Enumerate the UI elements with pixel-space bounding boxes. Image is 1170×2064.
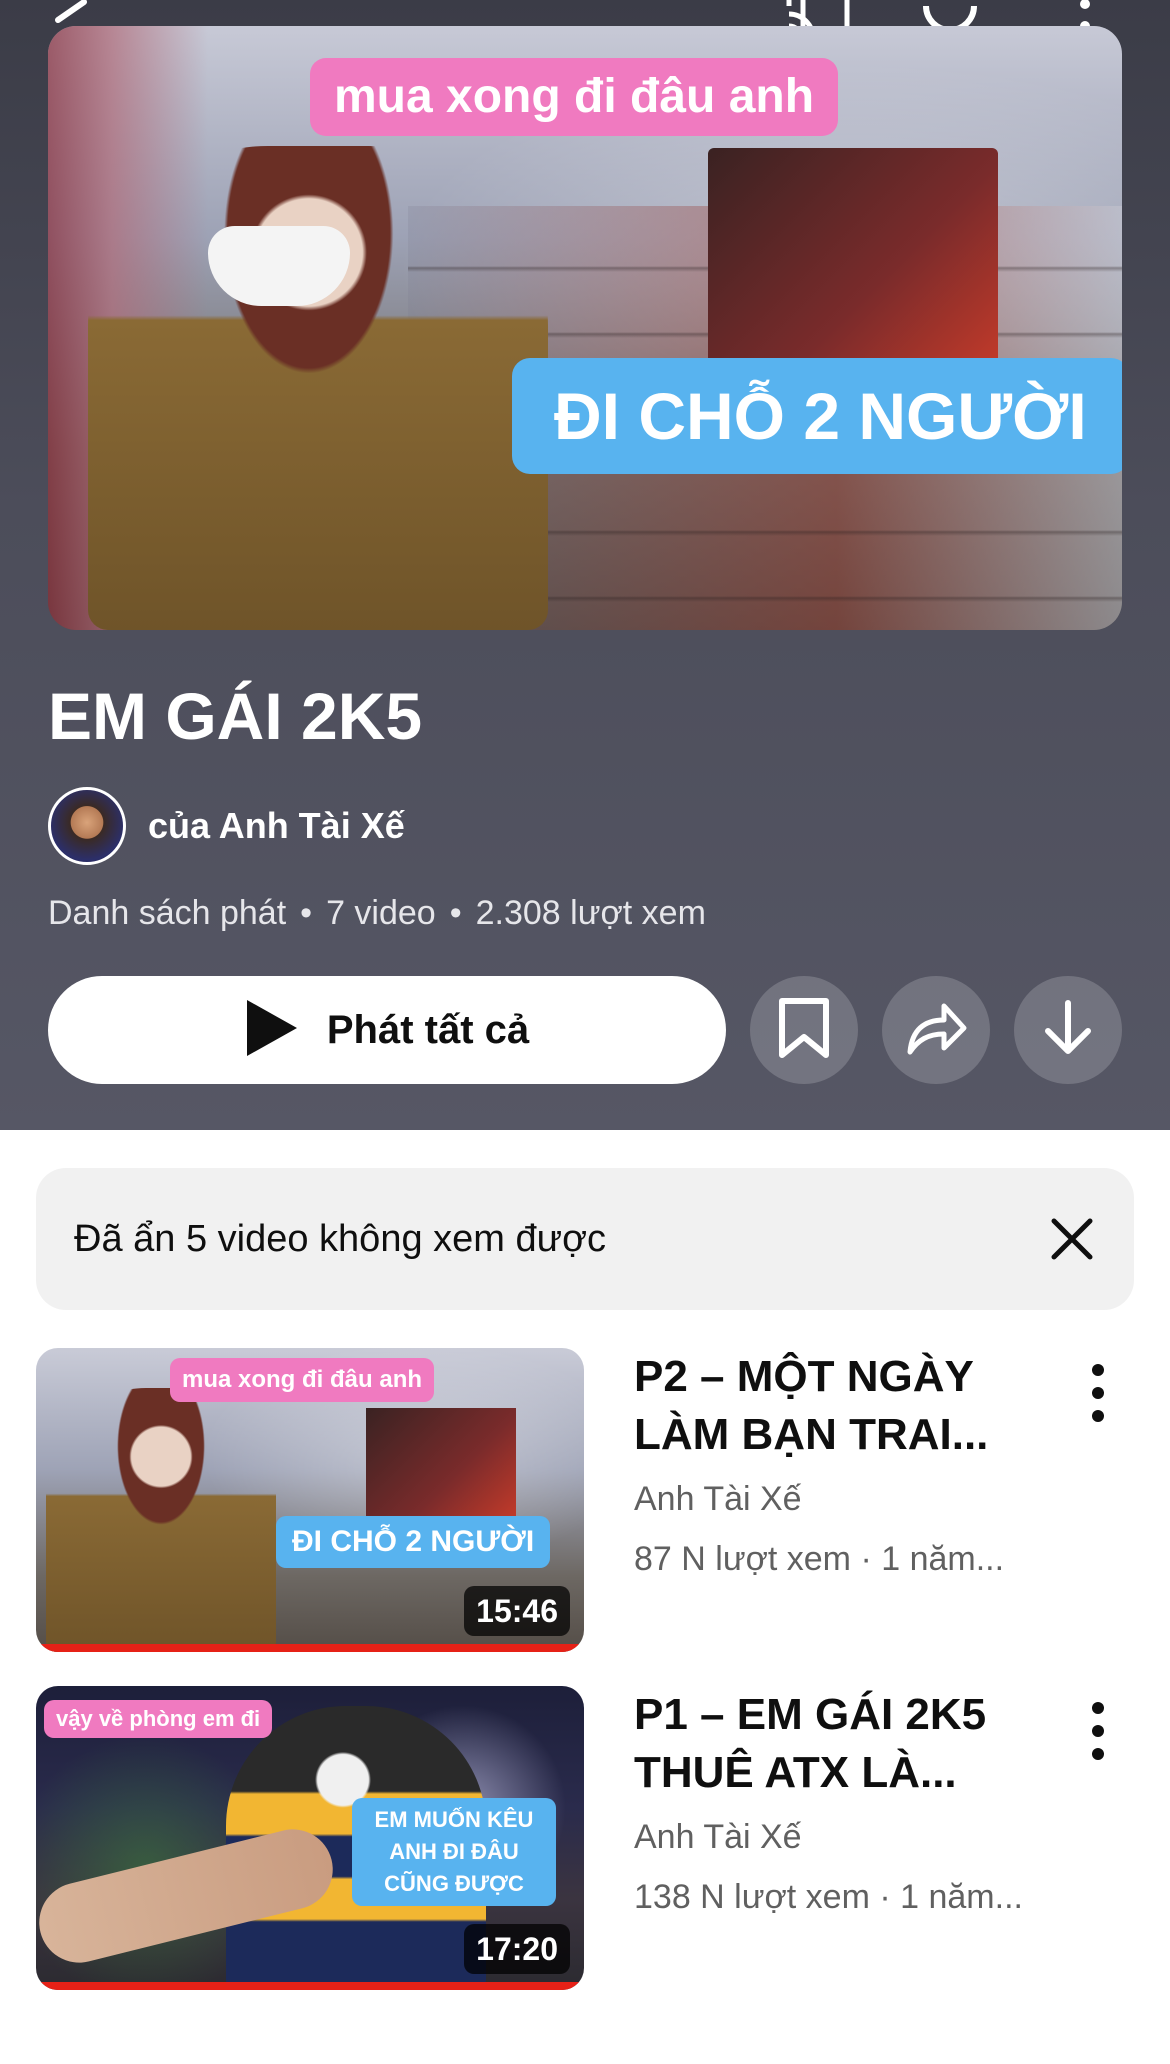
video-info[interactable]: P2 – MỘT NGÀY LÀM BẠN TRAI... Anh Tài Xế… bbox=[634, 1348, 1064, 1584]
playlist-type: Danh sách phát bbox=[48, 894, 287, 932]
bookmark-icon bbox=[776, 997, 832, 1064]
duration-badge: 17:20 bbox=[464, 1924, 570, 1974]
video-info[interactable]: P1 – EM GÁI 2K5 THUÊ ATX LÀ... Anh Tài X… bbox=[634, 1686, 1064, 1922]
video-title[interactable]: P2 – MỘT NGÀY LÀM BẠN TRAI... bbox=[634, 1348, 1064, 1464]
watch-progress-bar bbox=[36, 1644, 584, 1652]
video-channel: Anh Tài Xế bbox=[634, 1480, 802, 1518]
playlist-thumbnail[interactable]: mua xong đi đâu anh ĐI CHỖ 2 NGƯỜI bbox=[48, 26, 1122, 630]
video-thumbnail[interactable]: vậy về phòng em đi EM MUỐN KÊU ANH ĐI ĐÂ… bbox=[36, 1686, 584, 1990]
save-playlist-button[interactable] bbox=[750, 976, 858, 1084]
download-icon bbox=[1042, 999, 1094, 1062]
play-all-button[interactable]: Phát tất cả bbox=[48, 976, 726, 1084]
owner-name[interactable]: của Anh Tài Xế bbox=[148, 805, 405, 847]
thumbnail-caption-top: mua xong đi đâu anh bbox=[170, 1358, 435, 1402]
avatar[interactable] bbox=[48, 787, 126, 865]
share-button[interactable] bbox=[882, 976, 990, 1084]
more-vertical-icon[interactable] bbox=[1078, 1360, 1118, 1430]
thumbnail-caption-main: ĐI CHỖ 2 NGƯỜI bbox=[276, 1516, 551, 1568]
more-vertical-icon[interactable] bbox=[1078, 1698, 1118, 1768]
thumbnail-caption-top: mua xong đi đâu anh bbox=[310, 58, 839, 136]
promo-board bbox=[708, 148, 998, 368]
playlist-meta: Danh sách phát • 7 video • 2.308 lượt xem bbox=[48, 888, 706, 938]
view-count: 2.308 lượt xem bbox=[475, 894, 706, 932]
hidden-videos-notice: Đã ẩn 5 video không xem được bbox=[36, 1168, 1134, 1310]
play-all-label: Phát tất cả bbox=[326, 1007, 530, 1052]
thumbnail-caption-main: EM MUỐN KÊU ANH ĐI ĐÂU CŨNG ĐƯỢC bbox=[352, 1798, 556, 1906]
notice-text: Đã ẩn 5 video không xem được bbox=[74, 1218, 606, 1260]
person-figure bbox=[46, 1388, 276, 1652]
separator-dot: • bbox=[300, 894, 313, 932]
separator-dot: • bbox=[449, 894, 462, 932]
promo-board bbox=[366, 1408, 516, 1518]
watch-progress-bar bbox=[36, 1982, 584, 1990]
list-item[interactable]: mua xong đi đâu anh ĐI CHỖ 2 NGƯỜI 15:46… bbox=[36, 1348, 1134, 1654]
duration-badge: 15:46 bbox=[464, 1586, 570, 1636]
face-mask bbox=[208, 226, 350, 306]
playlist-owner[interactable]: của Anh Tài Xế bbox=[48, 786, 405, 866]
video-stats: 87 N lượt xem · 1 năm... bbox=[634, 1540, 1005, 1578]
play-icon bbox=[245, 999, 297, 1061]
thumbnail-caption-top: vậy về phòng em đi bbox=[44, 1700, 273, 1738]
playlist-title: EM GÁI 2K5 bbox=[48, 679, 423, 753]
share-icon bbox=[904, 1000, 968, 1061]
playlist-header: mua xong đi đâu anh ĐI CHỖ 2 NGƯỜI EM GÁ… bbox=[0, 0, 1170, 1130]
video-title[interactable]: P1 – EM GÁI 2K5 THUÊ ATX LÀ... bbox=[634, 1686, 1064, 1802]
video-channel: Anh Tài Xế bbox=[634, 1818, 802, 1856]
video-count: 7 video bbox=[326, 894, 436, 932]
list-item[interactable]: vậy về phòng em đi EM MUỐN KÊU ANH ĐI ĐÂ… bbox=[36, 1686, 1134, 1992]
thumbnail-caption-main: ĐI CHỖ 2 NGƯỜI bbox=[512, 358, 1122, 474]
video-thumbnail[interactable]: mua xong đi đâu anh ĐI CHỖ 2 NGƯỜI 15:46 bbox=[36, 1348, 584, 1652]
video-stats: 138 N lượt xem · 1 năm... bbox=[634, 1878, 1023, 1916]
close-icon[interactable] bbox=[1048, 1215, 1096, 1263]
person-figure bbox=[88, 146, 548, 630]
download-button[interactable] bbox=[1014, 976, 1122, 1084]
